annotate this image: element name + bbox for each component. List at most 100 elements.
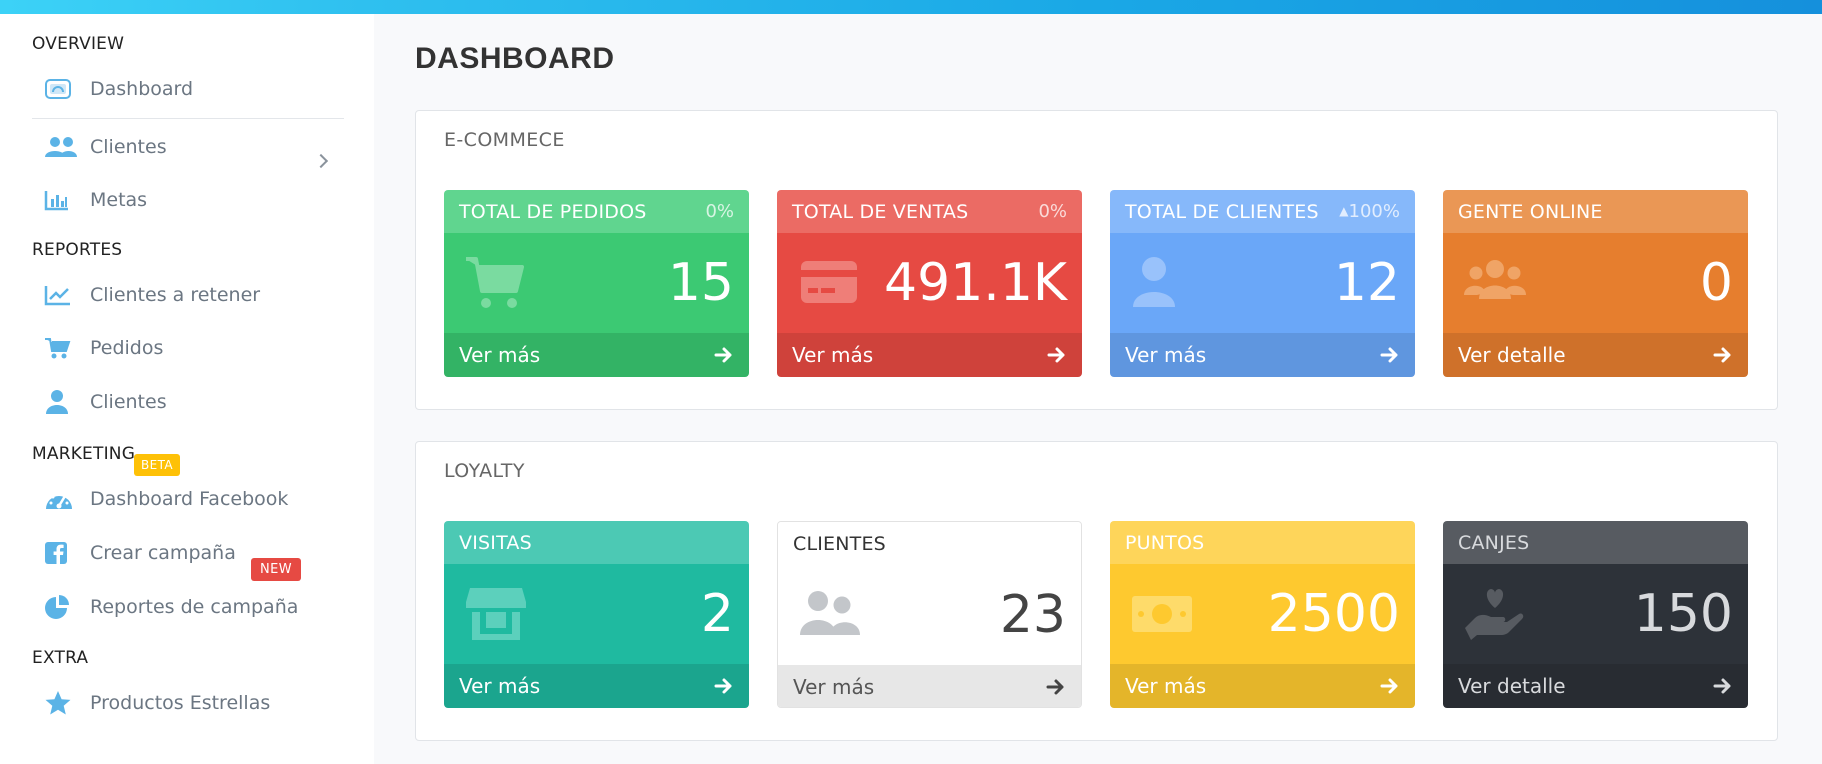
main-content: DASHBOARD E-COMMECE TOTAL DE PEDIDOS 0% … — [374, 14, 1822, 764]
users-icon — [798, 585, 862, 643]
card-body: 2 — [444, 564, 749, 664]
card-footer-label: Ver más — [792, 343, 874, 367]
card-footer-link[interactable]: Ver más — [778, 665, 1081, 707]
section-overview: OVERVIEW — [32, 34, 125, 54]
arrow-right-icon — [1046, 678, 1066, 696]
card-footer-link[interactable]: Ver detalle — [1443, 664, 1748, 708]
card-value: 150 — [1633, 584, 1733, 644]
sidebar-item-label: Reportes de campaña — [90, 596, 299, 618]
dashboard-icon — [44, 76, 78, 102]
card-percent: 0% — [1038, 201, 1067, 222]
card-footer-label: Ver más — [1125, 674, 1207, 698]
card-footer-label: Ver detalle — [1458, 343, 1566, 367]
card-value: 15 — [667, 253, 734, 313]
gauge-icon — [44, 486, 78, 512]
card-label: GENTE ONLINE — [1458, 201, 1603, 223]
card-footer-link[interactable]: Ver más — [444, 333, 749, 377]
arrow-right-icon — [1713, 346, 1733, 364]
chevron-right-icon[interactable] — [313, 153, 329, 169]
card-body: 491.1K — [777, 233, 1082, 333]
card-header: VISITAS — [444, 521, 749, 564]
card-footer-link[interactable]: Ver más — [1110, 333, 1415, 377]
sidebar-item-label: Pedidos — [90, 337, 164, 359]
card-footer-link[interactable]: Ver detalle — [1443, 333, 1748, 377]
card-header: TOTAL DE VENTAS 0% — [777, 190, 1082, 233]
card-percent-value: 100% — [1348, 201, 1400, 222]
bar-chart-icon — [44, 187, 78, 213]
facebook-icon — [44, 540, 78, 566]
sidebar-item-crear-campana[interactable]: Crear campaña — [44, 536, 236, 570]
credit-card-icon — [797, 253, 861, 311]
card-body: 150 — [1443, 564, 1748, 664]
sidebar-item-label: Dashboard — [90, 78, 194, 100]
card-header: CANJES — [1443, 521, 1748, 564]
card-label: TOTAL DE VENTAS — [792, 201, 969, 223]
cart-icon — [44, 335, 78, 361]
store-icon — [464, 584, 528, 642]
cart-icon — [464, 253, 528, 311]
card-canjes: CANJES 150 Ver detalle — [1443, 521, 1748, 708]
sidebar-divider — [32, 118, 344, 119]
pie-chart-icon — [44, 594, 78, 620]
card-value: 12 — [1333, 253, 1400, 313]
card-label: CANJES — [1458, 532, 1530, 554]
panel-title: LOYALTY — [444, 460, 525, 482]
card-puntos: PUNTOS 2500 Ver más — [1110, 521, 1415, 708]
arrow-right-icon — [1380, 677, 1400, 695]
card-footer-label: Ver más — [1125, 343, 1207, 367]
hand-heart-icon — [1463, 584, 1527, 642]
sidebar-item-metas[interactable]: Metas — [44, 183, 147, 217]
card-header: TOTAL DE CLIENTES ▲100% — [1110, 190, 1415, 233]
card-visitas: VISITAS 2 Ver más — [444, 521, 749, 708]
card-label: VISITAS — [459, 532, 532, 554]
sidebar-item-label: Clientes a retener — [90, 284, 261, 306]
caret-up-icon: ▲ — [1339, 204, 1349, 218]
users-group-icon — [1463, 253, 1527, 311]
card-label: TOTAL DE PEDIDOS — [459, 201, 647, 223]
sidebar: OVERVIEW Dashboard Clientes Metas REPORT… — [0, 14, 374, 764]
user-icon — [1130, 253, 1194, 311]
card-total-pedidos: TOTAL DE PEDIDOS 0% 15 Ver más — [444, 190, 749, 377]
beta-badge: BETA — [134, 454, 181, 476]
arrow-right-icon — [714, 346, 734, 364]
card-footer-label: Ver detalle — [1458, 674, 1566, 698]
sidebar-item-label: Productos Estrellas — [90, 692, 271, 714]
section-extra: EXTRA — [32, 648, 89, 668]
card-label: TOTAL DE CLIENTES — [1125, 201, 1319, 223]
sidebar-item-pedidos[interactable]: Pedidos — [44, 331, 163, 365]
sidebar-item-label: Clientes — [90, 136, 167, 158]
line-chart-icon — [44, 282, 78, 308]
card-header: TOTAL DE PEDIDOS 0% — [444, 190, 749, 233]
arrow-right-icon — [1047, 346, 1067, 364]
section-reportes: REPORTES — [32, 240, 123, 260]
user-icon — [44, 389, 78, 415]
card-value: 0 — [1699, 253, 1733, 313]
sidebar-item-dashboard-facebook[interactable]: Dashboard Facebook — [44, 482, 288, 516]
card-footer-label: Ver más — [793, 675, 875, 699]
arrow-right-icon — [714, 677, 734, 695]
new-badge: NEW — [251, 558, 301, 581]
arrow-right-icon — [1713, 677, 1733, 695]
sidebar-item-reportes-de-campana[interactable]: Reportes de campaña — [44, 590, 298, 624]
card-percent: 0% — [705, 201, 734, 222]
card-footer-link[interactable]: Ver más — [444, 664, 749, 708]
sidebar-item-productos-estrellas[interactable]: Productos Estrellas — [44, 686, 270, 720]
card-value: 2500 — [1267, 584, 1400, 644]
panel-title: E-COMMECE — [444, 129, 565, 151]
arrow-right-icon — [1380, 346, 1400, 364]
card-clientes: CLIENTES 23 Ver más — [777, 521, 1082, 708]
sidebar-item-clientes-a-retener[interactable]: Clientes a retener — [44, 278, 260, 312]
card-body: 15 — [444, 233, 749, 333]
sidebar-item-dashboard[interactable]: Dashboard — [44, 72, 193, 106]
card-value: 23 — [999, 585, 1066, 645]
star-icon — [44, 690, 78, 716]
sidebar-item-clientes-reportes[interactable]: Clientes — [44, 385, 167, 419]
card-footer-link[interactable]: Ver más — [1110, 664, 1415, 708]
card-footer-link[interactable]: Ver más — [777, 333, 1082, 377]
sidebar-item-clientes[interactable]: Clientes — [44, 130, 167, 164]
top-accent-bar — [0, 0, 1822, 14]
card-header: GENTE ONLINE — [1443, 190, 1748, 233]
card-value: 491.1K — [884, 253, 1067, 313]
card-body: 2500 — [1110, 564, 1415, 664]
card-gente-online: GENTE ONLINE 0 Ver detalle — [1443, 190, 1748, 377]
